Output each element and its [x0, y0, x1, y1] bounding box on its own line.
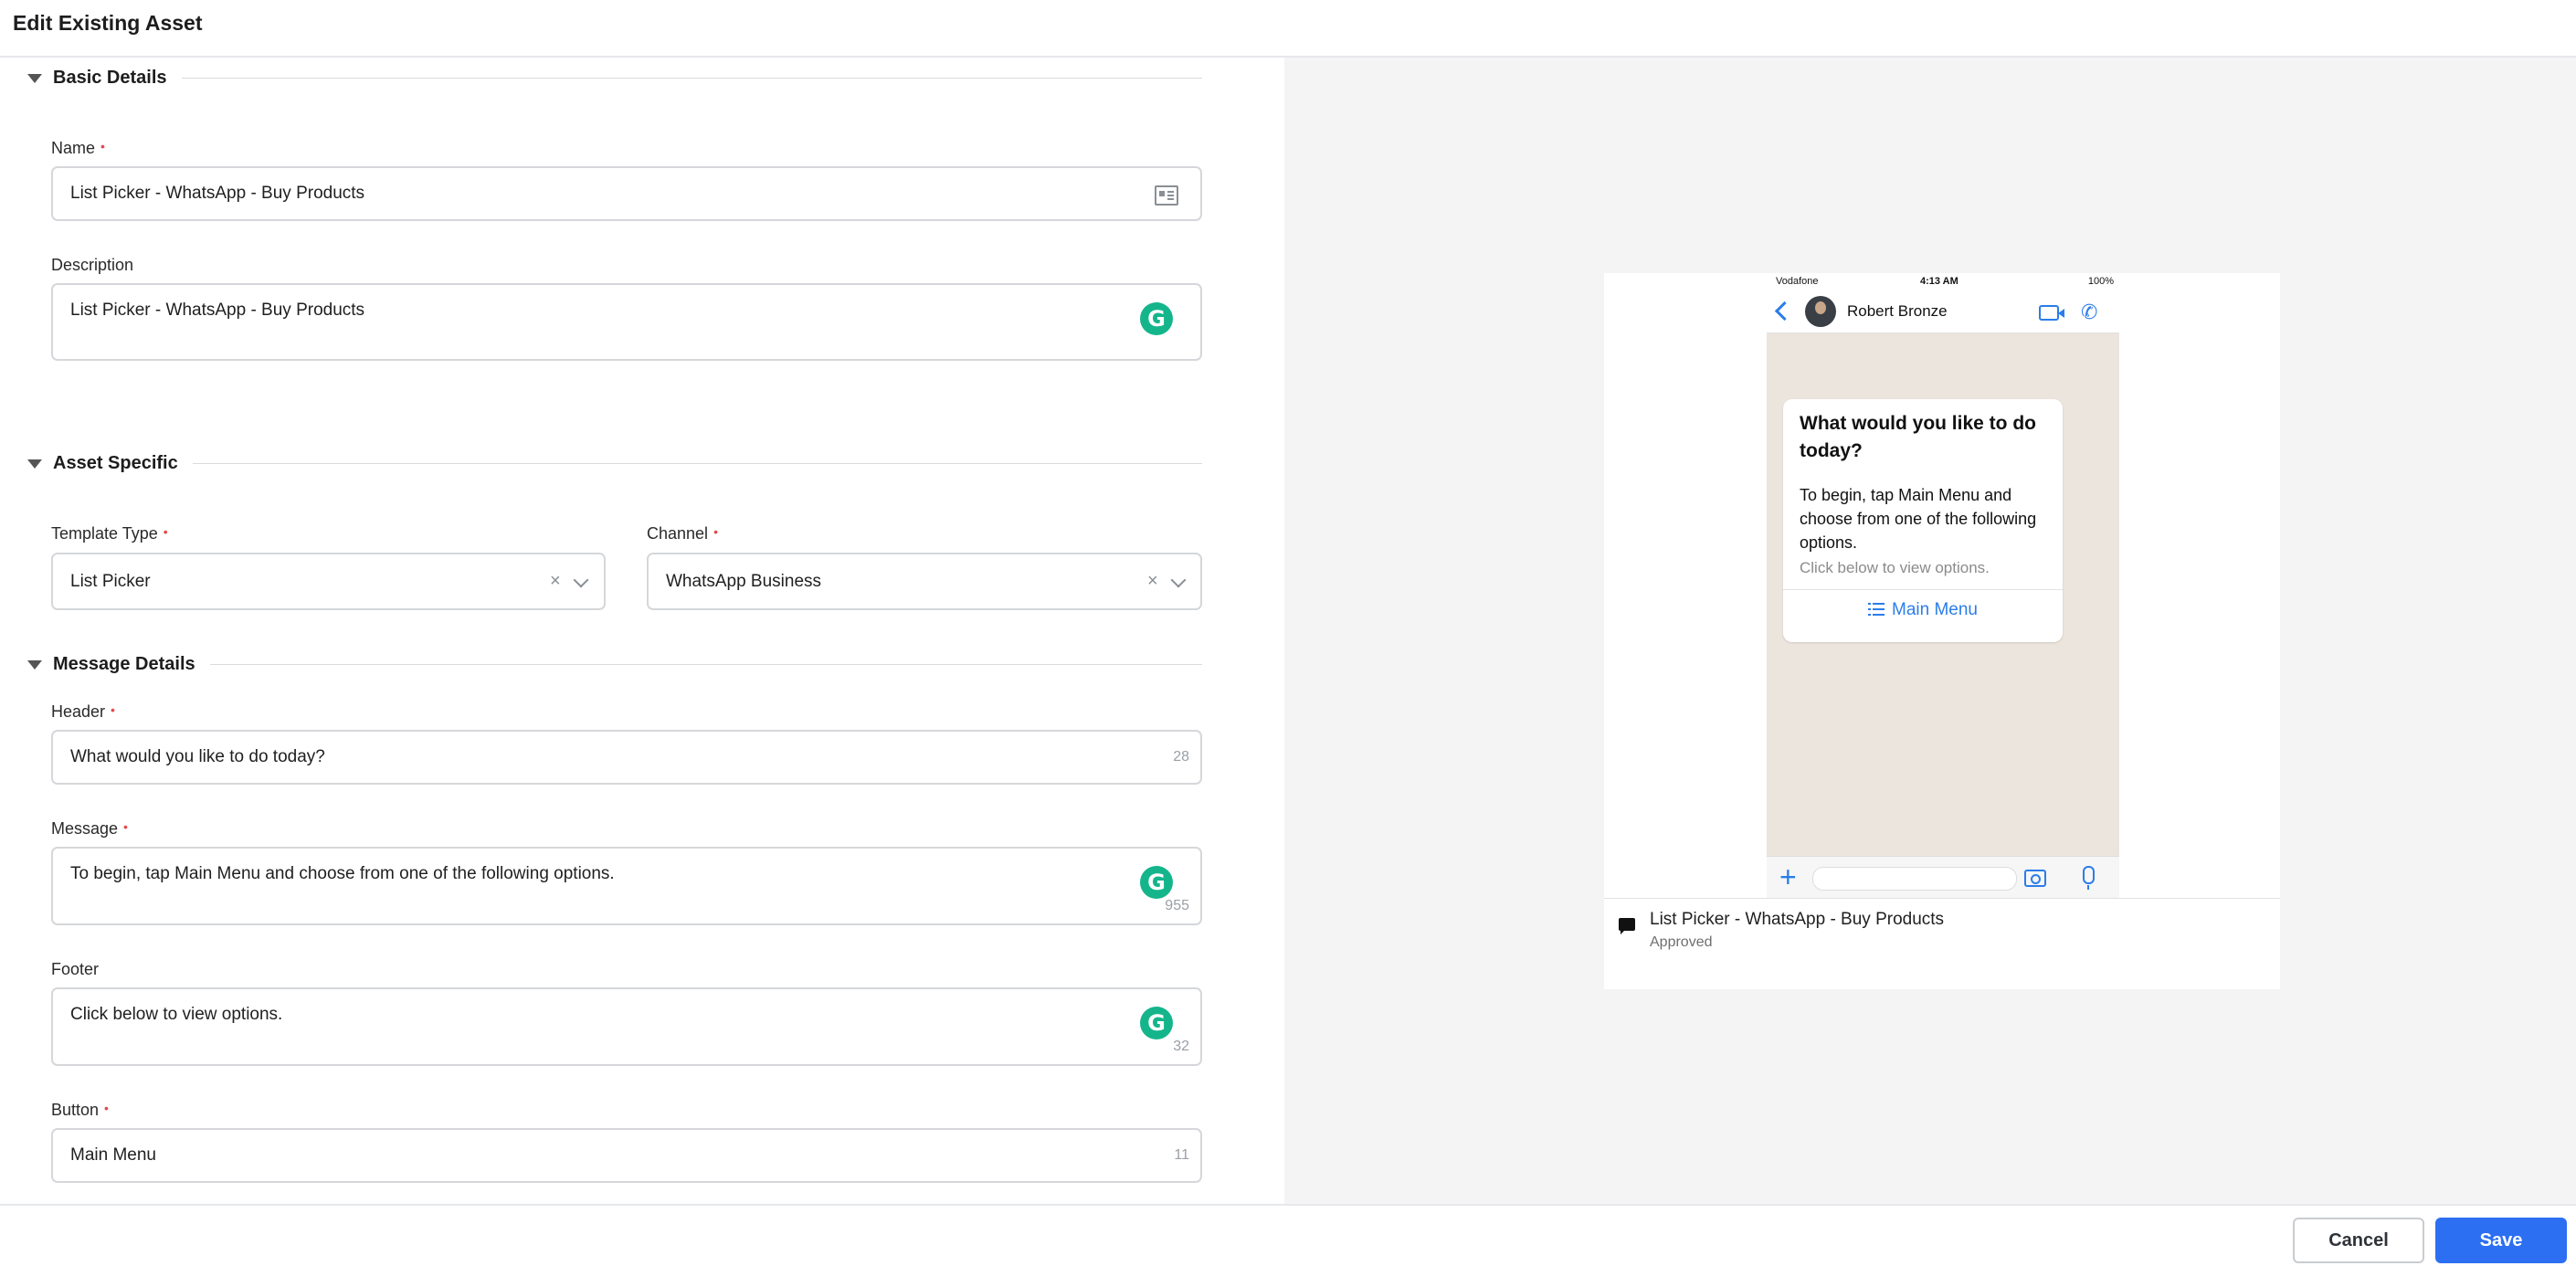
template-type-label: Template Type •: [51, 524, 168, 543]
chat-icon: [1619, 918, 1635, 934]
grammarly-icon[interactable]: G: [1140, 866, 1173, 899]
footer-textarea[interactable]: Click below to view options. G 32: [51, 987, 1202, 1066]
footer-bar: Cancel Save: [0, 1204, 2576, 1266]
bubble-message: To begin, tap Main Menu and choose from …: [1800, 486, 2037, 552]
battery-text: 100%: [2087, 276, 2114, 287]
id-card-icon: [1155, 185, 1178, 206]
required-marker: •: [111, 702, 115, 717]
section-asset-specific[interactable]: Asset Specific: [27, 453, 1202, 474]
message-bubble: What would you like to do today? To begi…: [1783, 399, 2063, 642]
channel-select[interactable]: WhatsApp Business ×: [647, 553, 1202, 610]
divider: [209, 664, 1202, 665]
button-label: Button •: [51, 1101, 109, 1120]
form-panel[interactable]: Basic Details Name • List Picker - WhatsA…: [0, 58, 1284, 1204]
footer-label: Footer: [51, 960, 99, 979]
channel-value: WhatsApp Business: [666, 572, 822, 591]
field-label: Header: [51, 702, 106, 721]
chevron-down-icon[interactable]: [1170, 572, 1187, 588]
list-icon: [1868, 603, 1884, 616]
section-title: Basic Details: [53, 68, 167, 88]
clear-icon[interactable]: ×: [1147, 571, 1158, 592]
preview-panel: Vodafone 4:13 AM 100% Robert Bronze ✆ Wh…: [1284, 58, 2576, 1204]
name-input[interactable]: List Picker - WhatsApp - Buy Products: [51, 166, 1202, 221]
button-value: Main Menu: [70, 1145, 156, 1165]
divider: [181, 78, 1202, 79]
collapse-caret-icon[interactable]: [27, 73, 42, 83]
section-basic-details[interactable]: Basic Details: [27, 68, 1202, 89]
bubble-button-label: Main Menu: [1892, 600, 1978, 619]
chat-header: Robert Bronze ✆: [1767, 291, 2119, 333]
template-type-value: List Picker: [70, 572, 151, 591]
field-label: Channel: [647, 524, 709, 543]
description-value: List Picker - WhatsApp - Buy Products: [70, 301, 365, 320]
field-label: Name: [51, 139, 96, 157]
required-marker: •: [713, 524, 718, 539]
video-call-icon: [2039, 305, 2059, 321]
char-count: 32: [1173, 1039, 1189, 1054]
chat-input-pill: [1812, 867, 2017, 891]
plus-icon: +: [1779, 860, 1797, 893]
description-label: Description: [51, 256, 133, 275]
save-button[interactable]: Save: [2435, 1218, 2567, 1263]
section-title: Message Details: [53, 654, 195, 674]
grammarly-icon[interactable]: G: [1140, 302, 1173, 335]
bubble-header: What would you like to do today?: [1800, 413, 2036, 461]
status-time: 4:13 AM: [1920, 276, 1958, 287]
bubble-button: Main Menu: [1783, 600, 2063, 620]
carrier-text: Vodafone: [1776, 276, 1819, 287]
divider: [1783, 589, 2063, 590]
bubble-footer: Click below to view options.: [1800, 559, 1990, 576]
section-message-details[interactable]: Message Details: [27, 654, 1202, 675]
char-count: 28: [1173, 749, 1189, 765]
preview-asset-name: List Picker - WhatsApp - Buy Products: [1650, 910, 1945, 929]
camera-icon: [2024, 870, 2046, 887]
cancel-button[interactable]: Cancel: [2293, 1218, 2424, 1263]
required-marker: •: [100, 139, 105, 153]
preview-card: Vodafone 4:13 AM 100% Robert Bronze ✆ Wh…: [1604, 273, 2280, 989]
header-value: What would you like to do today?: [70, 747, 325, 766]
top-bar: Edit Existing Asset: [0, 0, 2576, 58]
header-label: Header •: [51, 702, 115, 722]
collapse-caret-icon[interactable]: [27, 659, 42, 670]
clear-icon[interactable]: ×: [550, 571, 561, 592]
name-label: Name •: [51, 139, 105, 158]
collapse-caret-icon[interactable]: [27, 459, 42, 469]
field-label: Message: [51, 819, 119, 838]
phone-status-bar: Vodafone 4:13 AM 100%: [1767, 273, 2119, 291]
microphone-icon: [2083, 866, 2095, 890]
back-icon: [1774, 301, 1795, 322]
chevron-down-icon[interactable]: [573, 572, 589, 588]
section-title: Asset Specific: [53, 453, 178, 473]
chat-input-bar: +: [1767, 856, 2119, 898]
divider: [1604, 898, 2280, 899]
grammarly-icon[interactable]: G: [1140, 1007, 1173, 1039]
field-label: Footer: [51, 960, 100, 978]
footer-value: Click below to view options.: [70, 1005, 283, 1024]
char-count: 955: [1165, 898, 1189, 913]
required-marker: •: [104, 1101, 109, 1115]
channel-label: Channel •: [647, 524, 718, 543]
divider: [192, 463, 1202, 464]
avatar: [1805, 296, 1836, 327]
phone-icon: ✆: [2081, 301, 2098, 323]
field-label: Button: [51, 1101, 100, 1119]
template-type-select[interactable]: List Picker ×: [51, 553, 606, 610]
name-value: List Picker - WhatsApp - Buy Products: [70, 184, 365, 203]
phone-preview: Vodafone 4:13 AM 100% Robert Bronze ✆ Wh…: [1767, 273, 2119, 898]
field-label: Template Type: [51, 524, 158, 543]
page-title: Edit Existing Asset: [13, 11, 203, 35]
message-textarea[interactable]: To begin, tap Main Menu and choose from …: [51, 847, 1202, 925]
preview-asset-status: Approved: [1650, 934, 1713, 950]
button-input[interactable]: Main Menu 11: [51, 1128, 1202, 1183]
required-marker: •: [123, 819, 128, 834]
char-count: 11: [1174, 1147, 1189, 1163]
header-input[interactable]: What would you like to do today? 28: [51, 730, 1202, 785]
field-label: Description: [51, 256, 134, 274]
required-marker: •: [163, 524, 168, 539]
contact-name: Robert Bronze: [1847, 302, 1948, 320]
description-textarea[interactable]: List Picker - WhatsApp - Buy Products G: [51, 283, 1202, 361]
message-value: To begin, tap Main Menu and choose from …: [70, 864, 615, 883]
message-label: Message •: [51, 819, 128, 839]
